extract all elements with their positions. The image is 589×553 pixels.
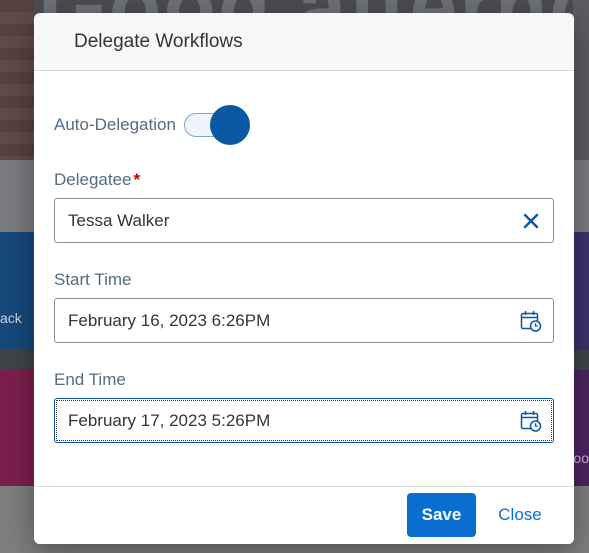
calendar-clock-icon[interactable]	[509, 299, 553, 342]
dialog-footer: Save Close	[34, 486, 574, 544]
start-time-value: February 16, 2023 6:26PM	[68, 310, 271, 330]
dialog-header: Delegate Workflows	[34, 13, 574, 71]
delegate-workflows-dialog: Delegate Workflows Auto-Delegation Deleg…	[34, 13, 574, 544]
auto-delegation-switch[interactable]	[183, 105, 250, 145]
end-time-label: End Time	[54, 370, 126, 389]
calendar-clock-icon[interactable]	[509, 399, 553, 442]
dialog-title: Delegate Workflows	[74, 30, 243, 52]
required-indicator: *	[133, 170, 141, 189]
delegatee-value: Tessa Walker	[68, 210, 170, 230]
switch-knob	[209, 105, 250, 145]
start-time-input[interactable]: February 16, 2023 6:26PM	[54, 298, 554, 343]
banner-image-left	[0, 0, 34, 160]
background-tile: ack	[0, 232, 34, 350]
end-time-input[interactable]: February 17, 2023 5:26PM	[54, 398, 554, 443]
tile-text: oo	[573, 450, 589, 466]
start-time-label: Start Time	[54, 270, 132, 289]
delegatee-input[interactable]: Tessa Walker	[54, 198, 554, 243]
tile-text: ack	[0, 310, 22, 326]
close-button[interactable]: Close	[486, 493, 554, 537]
delegatee-label: Delegatee *	[54, 170, 140, 190]
background-tile	[0, 370, 34, 486]
close-icon[interactable]	[509, 199, 553, 242]
background-tile	[573, 232, 589, 350]
save-button[interactable]: Save	[407, 493, 476, 537]
auto-delegation-label: Auto-Delegation	[54, 115, 176, 134]
end-time-value: February 17, 2023 5:26PM	[68, 410, 271, 430]
delegatee-label-text: Delegatee	[54, 170, 132, 189]
banner-image-right	[573, 0, 589, 160]
background-tile: oo	[573, 370, 589, 486]
auto-delegation-row: Auto-Delegation	[54, 105, 250, 145]
